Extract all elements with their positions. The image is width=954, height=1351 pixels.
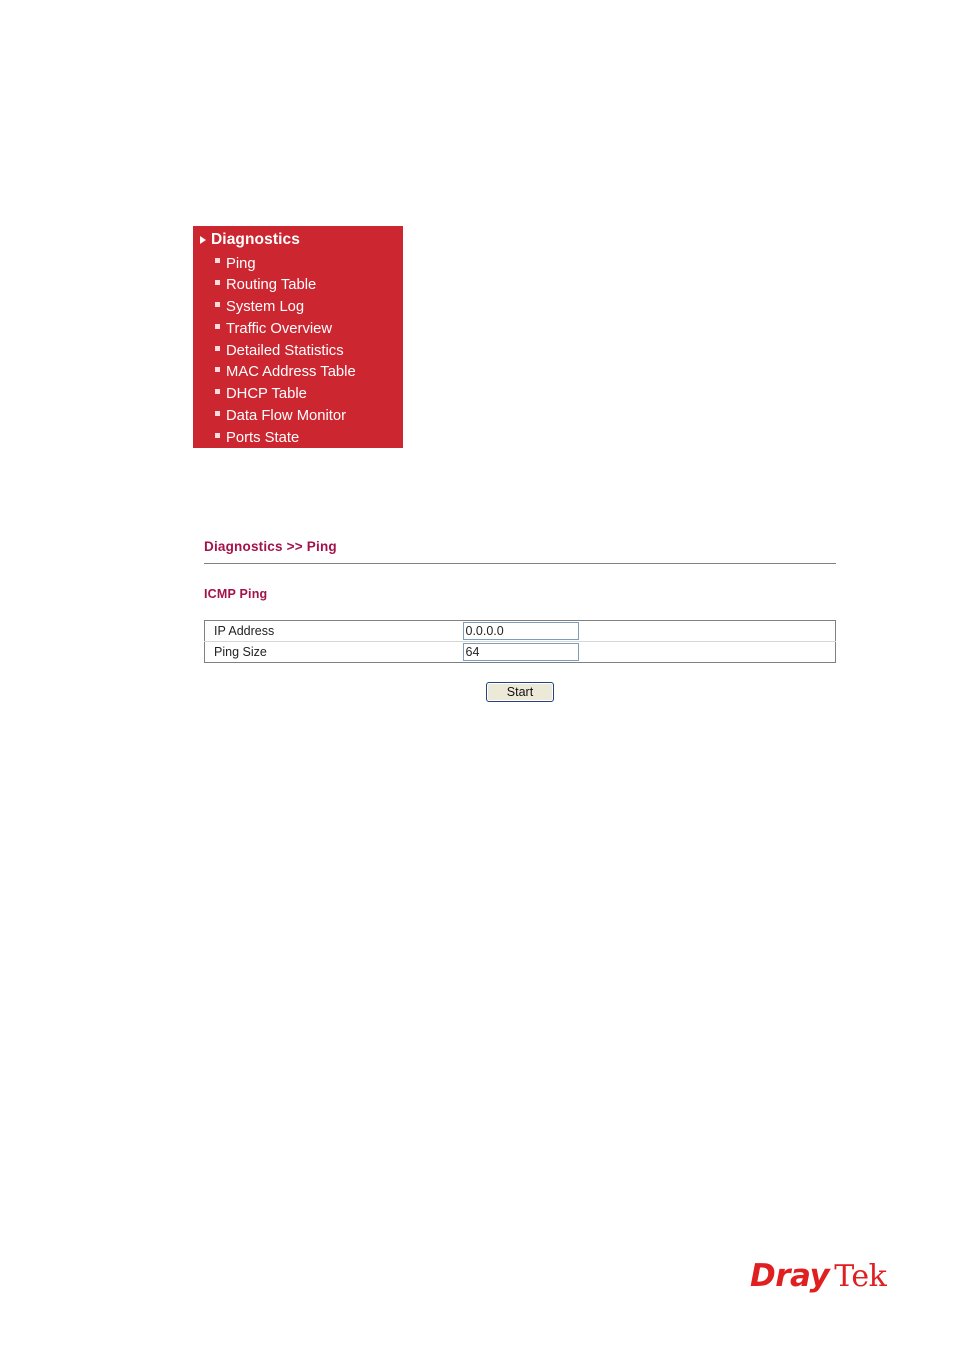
sidebar-item-routing-table[interactable]: Routing Table <box>193 275 403 297</box>
start-button[interactable]: Start <box>486 682 554 702</box>
ip-address-input[interactable] <box>462 622 579 640</box>
triangle-right-icon <box>200 236 206 244</box>
sidebar-item-label: DHCP Table <box>226 386 307 403</box>
sidebar-item-label: Ping <box>226 255 256 272</box>
bullet-square-icon <box>215 367 220 373</box>
bullet-square-icon <box>215 345 220 351</box>
heading-divider <box>204 563 836 564</box>
ping-size-field-cell <box>462 642 836 663</box>
icmp-ping-settings-table: IP Address Ping Size <box>204 620 836 663</box>
ping-size-input[interactable] <box>462 643 579 661</box>
sidebar-item-dhcp-table[interactable]: DHCP Table <box>193 384 403 406</box>
sidebar-item-data-flow-monitor[interactable]: Data Flow Monitor <box>193 406 403 428</box>
bullet-square-icon <box>215 323 220 329</box>
sidebar-item-label: Routing Table <box>226 277 317 294</box>
bullet-square-icon <box>215 389 220 395</box>
menu-header-label: Diagnostics <box>211 231 300 249</box>
sidebar-item-system-log[interactable]: System Log <box>193 297 403 319</box>
logo-tek-text: Tek <box>834 1259 887 1294</box>
sidebar-item-ports-state[interactable]: Ports State <box>193 427 403 449</box>
sidebar-item-ping[interactable]: Ping <box>193 253 403 275</box>
menu-header-diagnostics[interactable]: Diagnostics <box>193 226 403 250</box>
sidebar-item-label: MAC Address Table <box>226 364 356 381</box>
draytek-logo: Dray Tek <box>750 1258 887 1294</box>
bullet-square-icon <box>215 280 220 286</box>
bullet-square-icon <box>215 301 220 307</box>
table-row: IP Address <box>204 620 836 642</box>
sidebar-item-label: Traffic Overview <box>226 320 333 337</box>
ping-size-label: Ping Size <box>214 645 267 659</box>
bullet-square-icon <box>215 410 220 416</box>
diagnostics-menu-block: Diagnostics Ping Routing Table System Lo… <box>193 226 403 448</box>
table-row: Ping Size <box>205 642 836 663</box>
logo-dray-text: Dray <box>750 1258 830 1294</box>
section-title: ICMP Ping <box>204 587 268 601</box>
bullet-square-icon <box>215 258 220 264</box>
ip-address-field-cell <box>462 620 836 642</box>
sidebar-item-label: System Log <box>226 299 305 316</box>
sidebar-item-label: Ports State <box>226 429 300 446</box>
menu-item-list: Ping Routing Table System Log Traffic Ov… <box>193 250 403 449</box>
sidebar-item-label: Detailed Statistics <box>226 342 344 359</box>
sidebar-item-mac-address-table[interactable]: MAC Address Table <box>193 362 403 384</box>
sidebar-item-traffic-overview[interactable]: Traffic Overview <box>193 318 403 340</box>
sidebar-item-detailed-statistics[interactable]: Detailed Statistics <box>193 340 403 362</box>
breadcrumb: Diagnostics >> Ping <box>204 539 337 554</box>
sidebar-item-label: Data Flow Monitor <box>226 408 347 425</box>
bullet-square-icon <box>215 432 220 438</box>
ip-address-label: IP Address <box>204 620 463 642</box>
